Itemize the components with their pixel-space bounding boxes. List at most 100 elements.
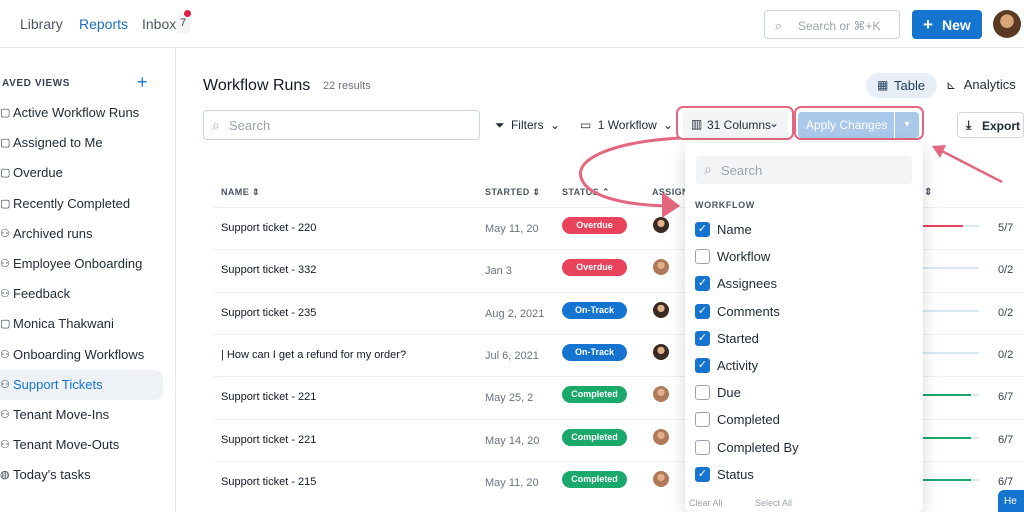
sidebar-item[interactable]: ⚇ Feedback — [0, 279, 163, 309]
help-button[interactable]: He — [998, 490, 1024, 512]
column-option[interactable]: ✓ Started — [695, 328, 905, 350]
analytics-view-button[interactable]: ⊾ Analytics — [946, 77, 1016, 92]
column-option[interactable]: Completed By — [695, 437, 905, 459]
notification-dot — [184, 10, 191, 17]
sidebar-item-label: Monica Thakwani — [13, 316, 114, 332]
column-option[interactable]: Due — [695, 382, 905, 404]
header-name[interactable]: NAME ⇕ — [221, 187, 260, 198]
checkbox-unchecked-icon[interactable] — [695, 439, 710, 455]
sidebar-item[interactable]: ▢ Recently Completed — [0, 189, 163, 219]
run-name[interactable]: Support ticket - 215 — [221, 476, 316, 488]
sidebar-item[interactable]: ⚇ Support Tickets — [0, 369, 163, 400]
checkbox-unchecked-icon[interactable] — [695, 385, 710, 401]
column-option-label: Name — [717, 222, 752, 237]
checkbox-checked-icon[interactable]: ✓ — [695, 358, 710, 373]
run-started-date: May 25, 2 — [485, 392, 534, 405]
column-option[interactable]: Workflow — [695, 246, 905, 268]
sidebar-item[interactable]: ▢ Assigned to Me — [0, 128, 163, 158]
global-search-input[interactable]: ⌕ Search or ⌘+K — [764, 10, 900, 39]
new-button[interactable]: + New — [912, 10, 982, 39]
view-icon: ▢ — [0, 107, 11, 119]
column-option-label: Assignees — [717, 276, 777, 292]
sidebar-item-label: Feedback — [13, 286, 71, 302]
column-search-input[interactable]: ⌕ Search — [696, 156, 912, 184]
assignee-avatar[interactable] — [653, 470, 669, 487]
checkbox-checked-icon[interactable]: ✓ — [695, 222, 710, 237]
sidebar-item[interactable]: ◍ Today's tasks — [0, 460, 163, 490]
sidebar-item[interactable]: ⚇ Archived runs — [0, 219, 163, 249]
run-name[interactable]: Support ticket - 220 — [221, 222, 316, 234]
column-option[interactable]: ✓ Comments — [695, 301, 905, 323]
run-name[interactable]: Support ticket - 332 — [221, 264, 316, 276]
run-name[interactable]: Support ticket - 221 — [221, 434, 316, 446]
filters-button[interactable]: ⏷ Filters ⌄ — [495, 118, 560, 133]
sidebar-item[interactable]: ▢ Active Workflow Runs — [0, 98, 163, 128]
checkbox-unchecked-icon[interactable] — [695, 249, 710, 265]
sidebar-item-label: Overdue — [13, 165, 63, 181]
top-bar: Library Reports Inbox 7 ⌕ Search or ⌘+K … — [0, 0, 1024, 48]
global-search-placeholder: Search or ⌘+K — [798, 19, 881, 33]
status-badge: Overdue — [562, 259, 627, 277]
sidebar-item[interactable]: ▢ Overdue — [0, 158, 163, 188]
progress-count: 6/7 — [998, 391, 1014, 404]
arrow-head — [662, 192, 680, 218]
select-all-link[interactable]: Select All — [755, 498, 792, 508]
checkbox-checked-icon[interactable]: ✓ — [695, 276, 710, 292]
search-icon: ⌕ — [704, 161, 712, 177]
runs-search-input[interactable]: ⌕ Search — [203, 110, 480, 140]
view-icon: ▢ — [0, 167, 11, 180]
assignee-avatar[interactable] — [653, 343, 669, 360]
column-option[interactable]: ✓ Activity — [695, 355, 905, 377]
column-option[interactable]: ✓ Status — [695, 464, 905, 486]
header-started[interactable]: STARTED ⇕ — [485, 187, 540, 198]
analytics-icon: ⊾ — [946, 78, 957, 92]
run-started-date: May 11, 20 — [485, 223, 539, 235]
run-name[interactable]: | How can I get a refund for my order? — [221, 349, 406, 361]
people-icon: ⚇ — [0, 348, 10, 361]
run-name[interactable]: Support ticket - 235 — [221, 307, 316, 319]
run-started-date: Aug 2, 2021 — [485, 307, 545, 320]
status-badge: Completed — [562, 470, 627, 488]
sidebar-item[interactable]: ⚇ Tenant Move-Ins — [0, 400, 163, 430]
plus-icon: + — [923, 15, 933, 34]
clear-all-link[interactable]: Clear All — [689, 498, 723, 508]
checkbox-checked-icon[interactable]: ✓ — [695, 330, 710, 346]
column-option[interactable]: ✓ Name — [695, 219, 905, 241]
run-started-date: Jul 6, 2021 — [485, 349, 539, 362]
assignee-avatar[interactable] — [653, 428, 669, 445]
column-option-label: Completed By — [717, 439, 799, 455]
results-count: 22 results — [323, 80, 371, 92]
column-option[interactable]: ✓ Assignees — [695, 273, 905, 295]
page-title: Workflow Runs — [203, 77, 311, 94]
sidebar-item[interactable]: ▢ Monica Thakwani — [0, 309, 163, 339]
column-option[interactable]: Completed — [695, 409, 905, 431]
nav-reports[interactable]: Reports — [79, 16, 128, 32]
assignee-avatar[interactable] — [653, 259, 669, 276]
nav-inbox[interactable]: Inbox — [142, 16, 176, 32]
checkbox-unchecked-icon[interactable] — [695, 412, 710, 428]
nav-library[interactable]: Library — [20, 16, 63, 32]
people-icon: ⚇ — [0, 378, 10, 391]
progress-count: 6/7 — [998, 475, 1014, 488]
table-view-button[interactable]: ▦ Table — [866, 73, 937, 98]
sidebar-item[interactable]: ⚇ Onboarding Workflows — [0, 340, 163, 370]
status-badge: On-Track — [562, 301, 627, 319]
people-icon: ⚇ — [0, 258, 10, 270]
run-name[interactable]: Support ticket - 221 — [221, 391, 316, 403]
progress-bar — [923, 267, 979, 270]
sidebar-item[interactable]: ⚇ Employee Onboarding — [0, 249, 163, 279]
progress-fill — [923, 436, 971, 439]
user-avatar[interactable] — [993, 10, 1021, 38]
sidebar-item-label: Assigned to Me — [13, 135, 103, 151]
column-search-placeholder: Search — [721, 163, 763, 178]
people-icon: ⚇ — [0, 288, 10, 301]
checkbox-checked-icon[interactable]: ✓ — [695, 466, 710, 482]
run-started-date: May 14, 20 — [485, 434, 540, 447]
assignee-avatar[interactable] — [653, 301, 669, 318]
add-view-icon[interactable]: + — [137, 72, 148, 93]
column-option-label: Due — [717, 385, 741, 401]
column-option-label: Status — [717, 466, 754, 482]
sidebar-item[interactable]: ⚇ Tenant Move-Outs — [0, 430, 163, 460]
checkbox-checked-icon[interactable]: ✓ — [695, 303, 710, 319]
assignee-avatar[interactable] — [653, 386, 669, 403]
